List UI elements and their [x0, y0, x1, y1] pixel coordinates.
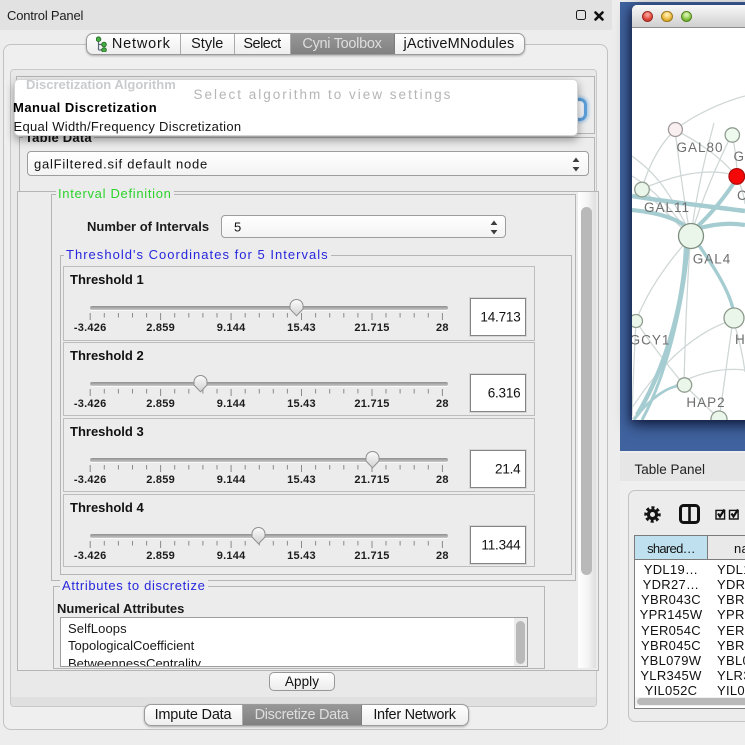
svg-text:C…: C…	[737, 188, 745, 203]
svg-text:HAP2: HAP2	[686, 395, 725, 410]
svg-text:GAL11: GAL11	[644, 200, 690, 215]
svg-text:GAL80: GAL80	[676, 140, 723, 155]
svg-text:GAL4: GAL4	[693, 252, 732, 267]
svg-text:HI: HI	[735, 332, 745, 347]
svg-text:GA: GA	[734, 149, 745, 164]
svg-text:GCY1: GCY1	[632, 333, 670, 348]
